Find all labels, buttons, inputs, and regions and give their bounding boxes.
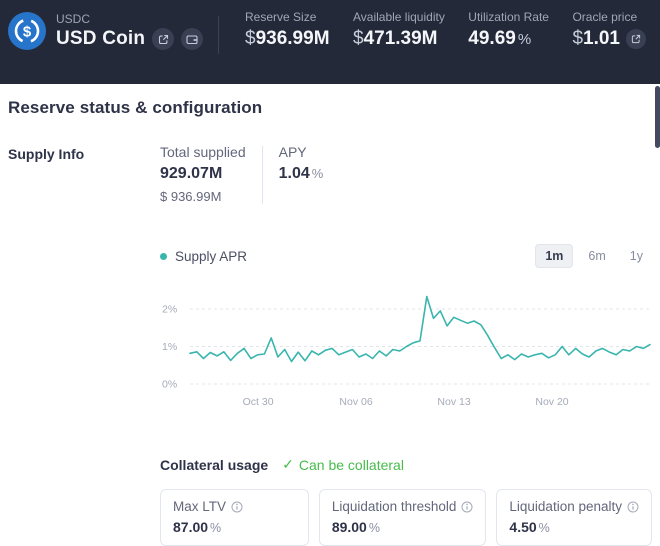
range-button-6m[interactable]: 6m [579, 245, 614, 267]
chart-legend: Supply APR [160, 249, 247, 264]
wallet-icon [186, 34, 198, 44]
token-name: USD Coin [56, 28, 146, 49]
supply-apr-chart: 0% 1% 2% Oct 30 Nov 06 Nov 13 Nov 20 [160, 286, 652, 412]
external-link-icon [158, 34, 168, 44]
oracle-link-button[interactable] [626, 29, 646, 49]
scrollbar-thumb[interactable] [655, 86, 660, 148]
svg-text:Oct 30: Oct 30 [243, 396, 274, 408]
collateral-badge-label: Can be collateral [298, 456, 404, 473]
collateral-title: Collateral usage [160, 456, 269, 473]
svg-text:$: $ [23, 24, 32, 41]
info-icon[interactable] [627, 501, 639, 513]
stat-value: 49.69% [468, 28, 532, 49]
check-icon: ✓ [282, 456, 294, 472]
legend-label: Supply APR [175, 248, 248, 264]
stat-label: Utilization Rate [468, 10, 549, 24]
card-label-text: Max LTV [173, 499, 227, 514]
stat-value: $1.01 [572, 28, 646, 50]
collateral-badge: ✓ Can be collateral [282, 456, 404, 473]
stat-value: $936.99M [245, 28, 330, 49]
card-liquidation-penalty: Liquidation penalty 4.50% [496, 489, 652, 546]
stat-utilization-rate: Utilization Rate 49.69% [468, 10, 549, 50]
total-supplied-usd: $ 936.99M [160, 189, 222, 204]
line-chart: 0% 1% 2% Oct 30 Nov 06 Nov 13 Nov 20 [162, 295, 651, 408]
usdc-coin-icon: $ [8, 12, 46, 50]
info-icon[interactable] [461, 501, 473, 513]
total-supplied-value: 929.07M [160, 165, 223, 182]
range-button-1m[interactable]: 1m [535, 244, 574, 268]
card-max-ltv: Max LTV 87.00% [160, 489, 309, 546]
collateral-cards: Max LTV 87.00% Liquidation threshold 89.… [160, 489, 652, 546]
stat-label: Reserve Size [245, 10, 317, 24]
stat-label: Oracle price [572, 10, 638, 24]
add-to-wallet-button[interactable] [181, 28, 204, 50]
stat-value: $471.39M [352, 28, 438, 49]
supply-divider [261, 146, 263, 204]
external-link-icon [631, 34, 641, 44]
apy-block: APY 1.04% [279, 144, 324, 183]
supply-stats-row: Total supplied 929.07M $ 936.99M APY 1.0… [160, 144, 652, 204]
legend-dot-icon [160, 252, 167, 260]
card-liquidation-threshold: Liquidation threshold 89.00% [318, 489, 487, 546]
stat-label: Available liquidity [352, 10, 445, 24]
token-symbol: USDC [56, 12, 91, 26]
token-block: $ USDC USD Coin [8, 8, 210, 50]
svg-text:2%: 2% [162, 304, 177, 316]
collateral-section: Collateral usage ✓ Can be collateral Max… [160, 456, 652, 546]
svg-text:Nov 13: Nov 13 [437, 396, 470, 408]
stat-available-liquidity: Available liquidity $471.39M [353, 10, 445, 50]
header-divider [218, 16, 219, 54]
page-title: Reserve status & configuration [8, 98, 263, 117]
header-stats: Reserve Size $936.99M Available liquidit… [233, 8, 650, 50]
stat-reserve-size: Reserve Size $936.99M [245, 10, 330, 50]
total-supplied-label: Total supplied [160, 144, 246, 160]
total-supplied-block: Total supplied 929.07M $ 936.99M [160, 144, 246, 204]
time-range-selector: 1m 6m 1y [535, 244, 652, 268]
range-button-1y[interactable]: 1y [621, 245, 652, 267]
supply-info-label: Supply Info [8, 146, 85, 162]
apy-value: 1.04% [278, 165, 324, 182]
svg-text:Nov 06: Nov 06 [339, 396, 372, 408]
apy-label: APY [278, 144, 307, 160]
reserve-header: $ USDC USD Coin Reserve Size $ 936.99M A… [0, 0, 660, 84]
svg-text:0%: 0% [162, 379, 177, 391]
card-label-text: Liquidation penalty [509, 499, 622, 514]
card-label-text: Liquidation threshold [331, 499, 457, 514]
info-icon[interactable] [231, 501, 243, 513]
external-link-button[interactable] [152, 28, 175, 50]
svg-text:1%: 1% [162, 341, 177, 353]
stat-oracle-price: Oracle price $1.01 [572, 10, 646, 50]
svg-text:Nov 20: Nov 20 [535, 396, 568, 408]
